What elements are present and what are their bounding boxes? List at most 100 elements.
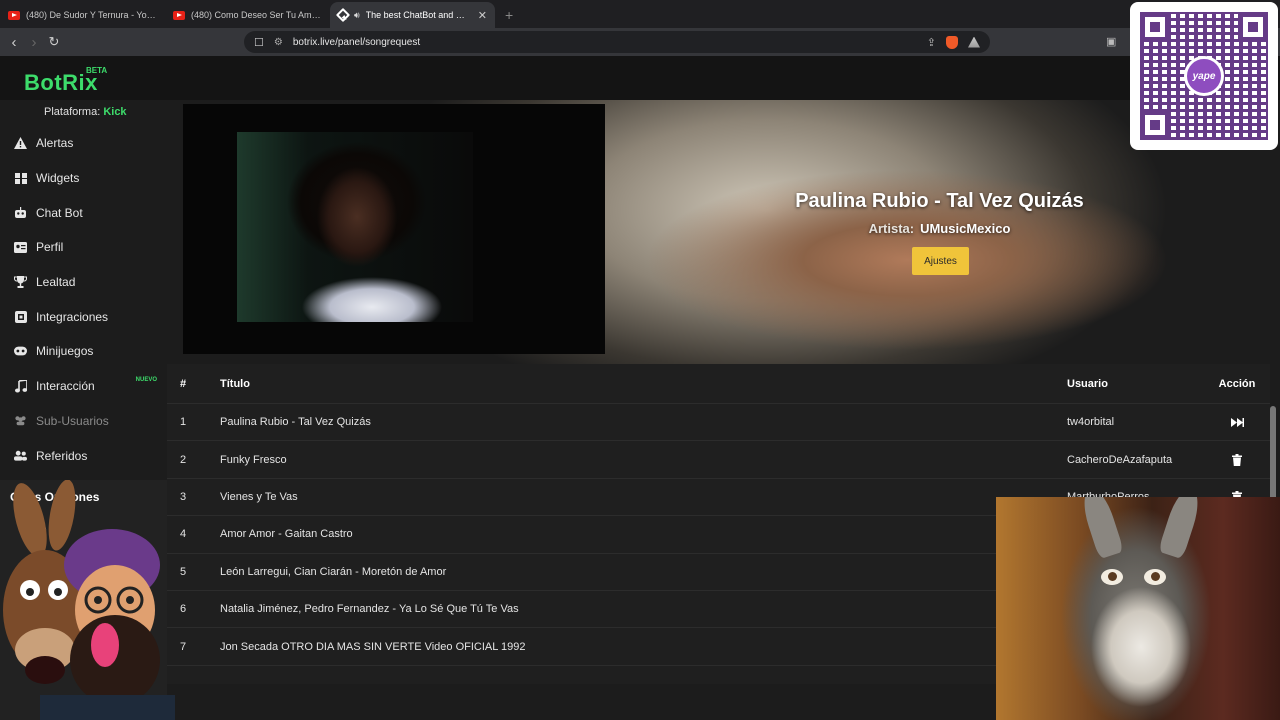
youtube-icon	[8, 10, 20, 20]
sidebar-item-label: Minijuegos	[36, 344, 94, 359]
sidebar-item-integraciones[interactable]: Integraciones	[0, 299, 167, 334]
sidebar-toggle-icon[interactable]: ▣	[1106, 35, 1116, 48]
close-tab-icon[interactable]: ✕	[478, 9, 487, 22]
row-number: 1	[180, 416, 187, 429]
brave-shields-icon[interactable]	[946, 35, 958, 49]
forward-icon[interactable]: ›	[24, 34, 44, 51]
gamepad-icon	[14, 345, 27, 358]
browser-tab-bar: (480) De Sudor Y Ternura - YouTube (480)…	[0, 0, 1280, 28]
sidebar-item-label: Integraciones	[36, 309, 109, 324]
sidebar-item-label: Alertas	[36, 136, 74, 151]
table-header: # Título Usuario Acción	[167, 364, 1270, 404]
sidebar-item-label: Widgets	[36, 171, 80, 186]
skip-icon[interactable]	[1217, 417, 1257, 427]
now-playing-title: Paulina Rubio - Tal Vez Quizás	[795, 190, 1084, 212]
trash-icon[interactable]	[1217, 453, 1257, 466]
sidebar-item-referidos[interactable]: Referidos	[0, 438, 167, 473]
row-title: Funky Fresco	[220, 453, 287, 466]
sidebar-item-interaccion[interactable]: Interacción NUEVO	[0, 369, 167, 404]
app-header: BotRix BETA	[0, 56, 1280, 100]
artist-name: UMusicMexico	[920, 221, 1011, 236]
platform-indicator: Plataforma: Kick	[44, 106, 127, 118]
address-bar[interactable]: ☐ ⚙ botrix.live/panel/songrequest ⇪	[244, 31, 990, 53]
browser-tab-1[interactable]: (480) De Sudor Y Ternura - YouTube	[0, 2, 165, 28]
robot-icon	[14, 206, 27, 219]
sidebar-item-label: Interacción	[36, 379, 95, 394]
column-header-title: Título	[220, 377, 250, 390]
qr-code: yape	[1140, 12, 1268, 140]
streamer-mascot-overlay	[0, 480, 175, 720]
yape-brand-text: yape	[1192, 70, 1216, 82]
screen: (480) De Sudor Y Ternura - YouTube (480)…	[0, 0, 1280, 720]
costume-ear	[1077, 497, 1125, 560]
sidebar-item-perfil[interactable]: Perfil	[0, 230, 167, 265]
video-frame	[237, 132, 473, 322]
sidebar-item-alertas[interactable]: Alertas	[0, 126, 167, 161]
row-number: 2	[180, 453, 187, 466]
column-header-action: Acción	[1218, 377, 1256, 390]
costume-eye	[1144, 569, 1166, 585]
reload-icon[interactable]: ↻	[44, 34, 64, 50]
payment-qr-overlay: yape	[1130, 2, 1278, 150]
browser-toolbar: ‹ › ↻ ☐ ⚙ botrix.live/panel/songrequest …	[0, 28, 1280, 56]
sidebar-item-lealtad[interactable]: Lealtad	[0, 265, 167, 300]
now-playing-banner: Paulina Rubio - Tal Vez Quizás Artista: U…	[167, 100, 1280, 364]
table-scrollbar[interactable]	[1270, 406, 1276, 506]
platform-value: Kick	[103, 106, 127, 118]
video-player[interactable]	[183, 104, 605, 354]
sidebar-menu: Alertas Widgets Chat Bot Perfil Lealtad	[0, 126, 167, 473]
row-title: Vienes y Te Vas	[220, 490, 298, 503]
user-group-icon	[14, 449, 27, 462]
row-number: 7	[180, 640, 187, 653]
row-user: tw4orbital	[1067, 416, 1115, 429]
sidebar-item-widgets[interactable]: Widgets	[0, 161, 167, 196]
new-badge: NUEVO	[135, 376, 157, 383]
botrix-icon	[335, 7, 351, 23]
qr-finder-pattern	[1238, 12, 1268, 42]
trophy-icon	[14, 276, 27, 289]
browser-tab-3[interactable]: 🔊︎ The best ChatBot and Widgets ✕	[330, 2, 495, 28]
share-icon[interactable]: ⇪	[927, 36, 936, 49]
webcam-overlay	[996, 497, 1280, 720]
row-title: León Larregui, Cian Ciarán - Moretón de …	[220, 565, 447, 578]
beta-badge: BETA	[86, 66, 108, 75]
qr-finder-pattern	[1140, 12, 1170, 42]
now-playing-artist: Artista: UMusicMexico	[667, 221, 1212, 236]
row-number: 6	[180, 603, 187, 616]
sidebar-item-minijuegos[interactable]: Minijuegos	[0, 334, 167, 369]
column-header-user: Usuario	[1067, 377, 1108, 390]
browser-tab-2[interactable]: (480) Como Deseo Ser Tu Amor - YouTube	[165, 2, 330, 28]
qr-finder-pattern	[1140, 110, 1170, 140]
music-icon	[14, 379, 27, 393]
row-title: Natalia Jiménez, Pedro Fernandez - Ya Lo…	[220, 603, 519, 616]
back-icon[interactable]: ‹	[4, 34, 24, 51]
yape-logo: yape	[1184, 56, 1224, 96]
users-icon	[14, 414, 27, 427]
youtube-icon	[173, 10, 185, 20]
id-card-icon	[14, 241, 27, 254]
sidebar-item-sub-usuarios[interactable]: Sub-Usuarios	[0, 404, 167, 439]
sidebar-item-label: Chat Bot	[36, 205, 83, 220]
settings-button[interactable]: Ajustes	[912, 247, 969, 275]
bookmark-icon[interactable]: ☐	[254, 36, 264, 49]
row-title: Paulina Rubio - Tal Vez Quizás	[220, 416, 371, 429]
url-text[interactable]: botrix.live/panel/songrequest	[293, 37, 917, 48]
row-title: Jon Secada OTRO DIA MAS SIN VERTE Video …	[220, 640, 526, 653]
sidebar-item-label: Lealtad	[36, 275, 76, 290]
new-tab-button[interactable]: +	[495, 2, 523, 28]
sidebar-item-label: Sub-Usuarios	[36, 413, 109, 428]
sidebar-item-label: Referidos	[36, 448, 88, 463]
row-number: 5	[180, 565, 187, 578]
row-user: CacheroDeAzafaputa	[1067, 453, 1173, 466]
site-info-icon[interactable]: ⚙	[274, 37, 283, 48]
sidebar-item-chat-bot[interactable]: Chat Bot	[0, 195, 167, 230]
warning-icon	[14, 137, 27, 150]
table-row: 1 Paulina Rubio - Tal Vez Quizás tw4orbi…	[167, 404, 1270, 442]
tab-title: (480) Como Deseo Ser Tu Amor - YouTube	[191, 10, 322, 20]
brave-rewards-icon[interactable]	[968, 36, 980, 48]
speaker-icon: 🔊︎	[354, 9, 360, 20]
table-row: 2 Funky Fresco CacheroDeAzafaputa	[167, 441, 1270, 479]
costume-eye	[1101, 569, 1123, 585]
column-header-number: #	[180, 377, 187, 390]
grid-icon	[14, 172, 27, 185]
